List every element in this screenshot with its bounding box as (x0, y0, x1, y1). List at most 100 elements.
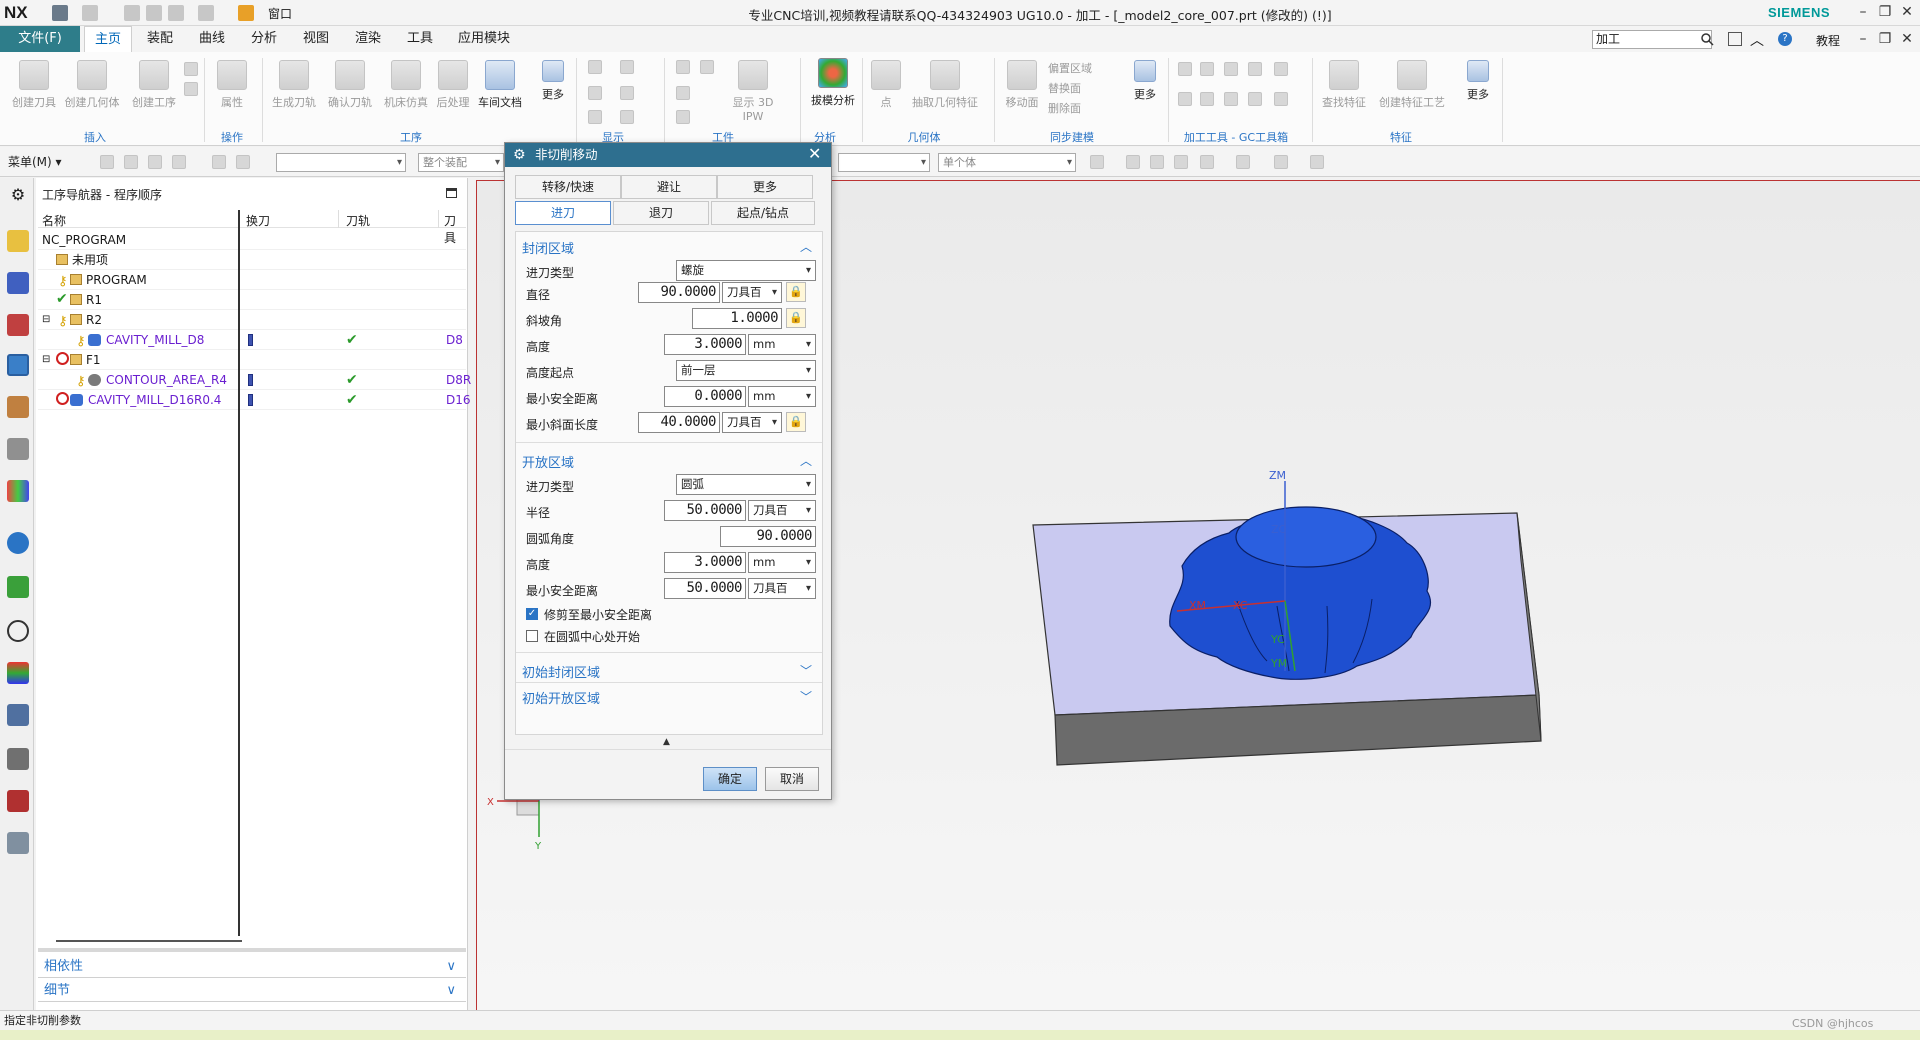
operation-navigator-icon[interactable] (7, 354, 29, 376)
column-divider[interactable] (238, 210, 240, 936)
doc-minimize-button[interactable]: – (1852, 30, 1874, 48)
tree-row[interactable]: ⚷ CAVITY_MILL_D8 ✔ D8 (38, 330, 466, 350)
web-browser-icon[interactable] (7, 532, 29, 554)
toolbar-icon-14[interactable] (1310, 155, 1324, 169)
workpiece-icon-4[interactable] (676, 110, 690, 124)
closed-engage-type-select[interactable]: 螺旋 (676, 260, 816, 281)
open-area-section[interactable]: 开放区域 (522, 452, 574, 471)
toolbar-icon-6[interactable] (236, 155, 250, 169)
undo-icon[interactable] (82, 5, 98, 21)
save-icon[interactable] (52, 5, 68, 21)
doc-restore-button[interactable]: ❐ (1874, 30, 1896, 48)
machine-simulation-button[interactable]: 机床仿真 (380, 60, 432, 110)
dialog-title-bar[interactable]: 非切削移动 (505, 143, 831, 167)
column-tool-change[interactable]: 换刀 (246, 212, 270, 229)
create-feature-process-button[interactable]: 创建特征工艺 (1372, 60, 1452, 110)
workpiece-icon-1[interactable] (676, 60, 690, 74)
chevron-down-icon[interactable]: ﹀ (800, 662, 812, 679)
gc-icon-1[interactable] (1178, 62, 1192, 76)
manufacturing-wizard-icon[interactable] (7, 748, 29, 770)
role-icon[interactable] (7, 790, 29, 812)
verify-path-button[interactable]: 确认刀轨 (324, 60, 376, 110)
properties-button[interactable]: 属性 (212, 60, 252, 110)
machine-navigator-icon[interactable] (7, 396, 29, 418)
arc-angle-input[interactable]: 90.0000 (720, 526, 816, 547)
tree-row[interactable]: ⊟ ⚷ R2 (38, 310, 466, 330)
extract-geometry-button[interactable]: 抽取几何特征 (910, 60, 980, 110)
toolbar-icon-12[interactable] (1236, 155, 1250, 169)
display-icon-6[interactable] (620, 110, 634, 124)
open-min-clearance-unit-select[interactable]: 刀具百 (748, 578, 816, 599)
workpiece-icon-3[interactable] (676, 86, 690, 100)
arc-center-checkbox[interactable] (526, 630, 538, 642)
reuse-library-icon[interactable] (7, 480, 29, 502)
tree-row[interactable]: NC_PROGRAM (38, 230, 466, 250)
sync-more-button[interactable]: 更多 (1124, 60, 1166, 102)
create-geometry-button[interactable]: 创建几何体 (62, 60, 122, 110)
collapse-icon[interactable]: ⊟ (42, 350, 50, 370)
process-studio-icon[interactable] (7, 704, 29, 726)
type-filter-select[interactable] (276, 153, 406, 172)
cancel-button[interactable]: 取消 (765, 767, 819, 791)
command-search-input[interactable]: 加工 (1592, 30, 1712, 49)
toolbar-icon-11[interactable] (1200, 155, 1214, 169)
details-panel[interactable]: 细节 ∨ (38, 980, 466, 1002)
navigator-splitter[interactable] (38, 948, 466, 952)
display-icon-1[interactable] (588, 60, 602, 74)
toolbar-icon-2[interactable] (124, 155, 138, 169)
tree-row[interactable]: ⚷ PROGRAM (38, 270, 466, 290)
window-menu[interactable]: 窗口 (268, 5, 292, 22)
point-button[interactable]: 点 (868, 60, 904, 110)
replace-face-button[interactable]: 替换面 (1048, 80, 1122, 96)
tab-analysis[interactable]: 分析 (244, 26, 284, 52)
cut-icon[interactable] (124, 5, 140, 21)
toolbar-icon-7[interactable] (1090, 155, 1104, 169)
collapse-icon[interactable]: ⊟ (42, 310, 50, 330)
shop-documentation-button[interactable]: 车间文档 (476, 60, 524, 110)
display-icon-3[interactable] (588, 86, 602, 100)
workpiece-icon-2[interactable] (700, 60, 714, 74)
search-icon[interactable] (1700, 32, 1714, 46)
horizontal-scrollbar[interactable] (56, 940, 242, 942)
display-icon-4[interactable] (620, 86, 634, 100)
radius-unit-select[interactable]: 刀具百 (748, 500, 816, 521)
tab-applications[interactable]: 应用模块 (452, 26, 516, 52)
toolbar-icon-13[interactable] (1274, 155, 1288, 169)
toolbar-icon-4[interactable] (172, 155, 186, 169)
min-ramp-length-unit-select[interactable]: 刀具百 (722, 412, 782, 433)
constraint-navigator-icon[interactable] (7, 314, 29, 336)
touch-mode-icon[interactable] (238, 5, 254, 21)
chevron-up-icon[interactable]: ︿ (800, 238, 812, 255)
create-operation-button[interactable]: 创建工序 (126, 60, 182, 110)
tab-view[interactable]: 视图 (296, 26, 336, 52)
collapse-arrow-icon[interactable]: ▲ (663, 737, 670, 747)
toolbar-icon-8[interactable] (1126, 155, 1140, 169)
tab-engage[interactable]: 进刀 (515, 201, 611, 225)
gc-icon-10[interactable] (1274, 92, 1288, 106)
close-icon[interactable]: ✕ (808, 144, 821, 163)
tab-render[interactable]: 渲染 (348, 26, 388, 52)
open-engage-type-select[interactable]: 圆弧 (676, 474, 816, 495)
find-feature-button[interactable]: 查找特征 (1318, 60, 1370, 110)
ok-button[interactable]: 确定 (703, 767, 757, 791)
gc-icon-7[interactable] (1200, 92, 1214, 106)
part-navigator-icon[interactable] (7, 230, 29, 252)
min-clearance-input[interactable]: 0.0000 (664, 386, 746, 407)
lock-icon[interactable]: 🔒 (786, 412, 806, 432)
display-3d-ipw-button[interactable]: 显示 3D IPW (722, 60, 784, 123)
tab-home[interactable]: 主页 (84, 26, 132, 52)
initial-closed-section[interactable]: 初始封闭区域 (522, 662, 600, 681)
tool-library-icon[interactable] (7, 438, 29, 460)
trim-checkbox[interactable]: ✓ (526, 608, 538, 620)
toolbar-icon-10[interactable] (1174, 155, 1188, 169)
tree-row[interactable]: ⚷ CONTOUR_AREA_R4 ✔ D8R (38, 370, 471, 390)
tutorial-link[interactable]: 教程 (1816, 32, 1840, 49)
move-face-button[interactable]: 移动面 (1000, 60, 1044, 110)
toolbar-icon-3[interactable] (148, 155, 162, 169)
doc-close-button[interactable]: ✕ (1896, 30, 1918, 48)
tree-row[interactable]: CAVITY_MILL_D16R0.4 ✔ D16 (38, 390, 471, 410)
gc-icon-3[interactable] (1224, 62, 1238, 76)
tab-avoidance[interactable]: 避让 (621, 175, 717, 199)
toolbar-icon-1[interactable] (100, 155, 114, 169)
lock-icon[interactable]: 🔒 (786, 308, 806, 328)
